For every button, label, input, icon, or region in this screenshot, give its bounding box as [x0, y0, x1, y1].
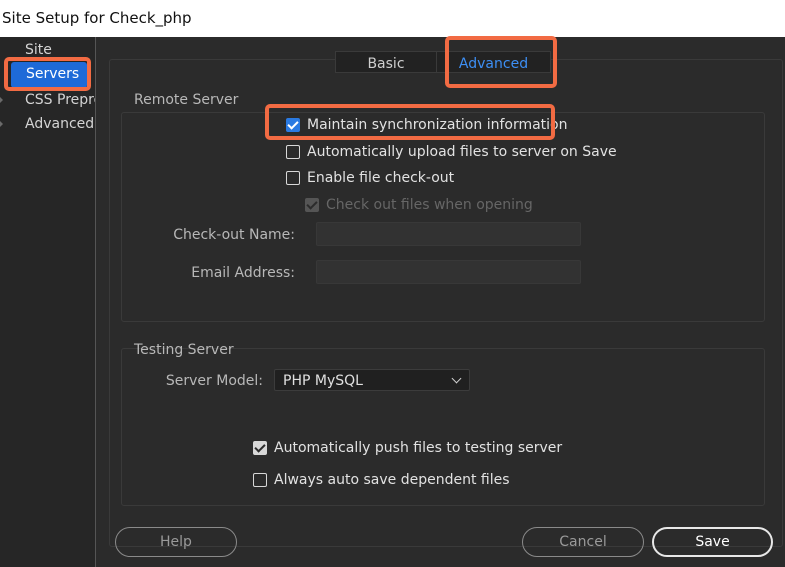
checkout-name-label: Check-out Name:	[173, 227, 295, 243]
checkout-opening-checkbox: Check out files when opening	[305, 196, 533, 214]
server-model-value: PHP MySQL	[283, 373, 363, 389]
checkbox-checked-icon[interactable]	[253, 441, 267, 455]
email-address-field[interactable]	[316, 260, 581, 284]
window-title: Site Setup for Check_php	[2, 9, 192, 27]
expand-arrow-icon[interactable]	[0, 119, 3, 129]
sidebar-item-css-preprocessors[interactable]: CSS Preprocessors	[25, 92, 95, 108]
auto-upload-checkbox[interactable]: Automatically upload files to server on …	[286, 143, 617, 161]
auto-push-checkbox[interactable]: Automatically push files to testing serv…	[253, 439, 562, 457]
title-bar: Site Setup for Check_php	[0, 0, 785, 37]
save-button[interactable]: Save	[652, 527, 773, 557]
tab-basic[interactable]: Basic	[335, 51, 436, 73]
cancel-button[interactable]: Cancel	[522, 527, 644, 557]
sidebar-item-servers[interactable]: Servers	[11, 62, 87, 88]
main-content: Basic Advanced Remote Server Maintain sy…	[97, 37, 785, 567]
help-button[interactable]: Help	[115, 527, 237, 557]
sidebar-item-site[interactable]: Site	[25, 42, 52, 58]
checkbox-icon[interactable]	[286, 145, 300, 159]
checkbox-checked-icon[interactable]	[286, 118, 300, 132]
sidebar-item-advanced-settings[interactable]: Advanced Settings	[25, 116, 95, 132]
tab-advanced[interactable]: Advanced	[436, 51, 551, 73]
email-address-label: Email Address:	[191, 265, 295, 281]
auto-save-dependent-label: Always auto save dependent files	[274, 472, 510, 488]
checkbox-checked-icon	[305, 198, 319, 212]
checkbox-icon[interactable]	[253, 473, 267, 487]
server-model-select[interactable]: PHP MySQL	[274, 369, 470, 391]
maintain-sync-checkbox[interactable]: Maintain synchronization information	[286, 116, 568, 134]
checkout-opening-label: Check out files when opening	[326, 197, 533, 213]
auto-save-dependent-checkbox[interactable]: Always auto save dependent files	[253, 471, 510, 489]
sidebar: Site Servers CSS Preprocessors Advanced …	[0, 37, 96, 567]
checkout-name-field[interactable]	[316, 222, 581, 246]
file-checkout-label: Enable file check-out	[307, 170, 455, 186]
auto-push-label: Automatically push files to testing serv…	[274, 440, 563, 456]
file-checkout-checkbox[interactable]: Enable file check-out	[286, 169, 454, 187]
expand-arrow-icon[interactable]	[0, 95, 3, 105]
server-model-label: Server Model:	[165, 373, 263, 389]
testing-server-heading: Testing Server	[134, 342, 234, 358]
auto-upload-label: Automatically upload files to server on …	[307, 144, 617, 160]
chevron-down-icon	[451, 373, 462, 384]
maintain-sync-label: Maintain synchronization information	[307, 117, 568, 133]
remote-server-heading: Remote Server	[134, 92, 239, 108]
checkbox-icon[interactable]	[286, 171, 300, 185]
